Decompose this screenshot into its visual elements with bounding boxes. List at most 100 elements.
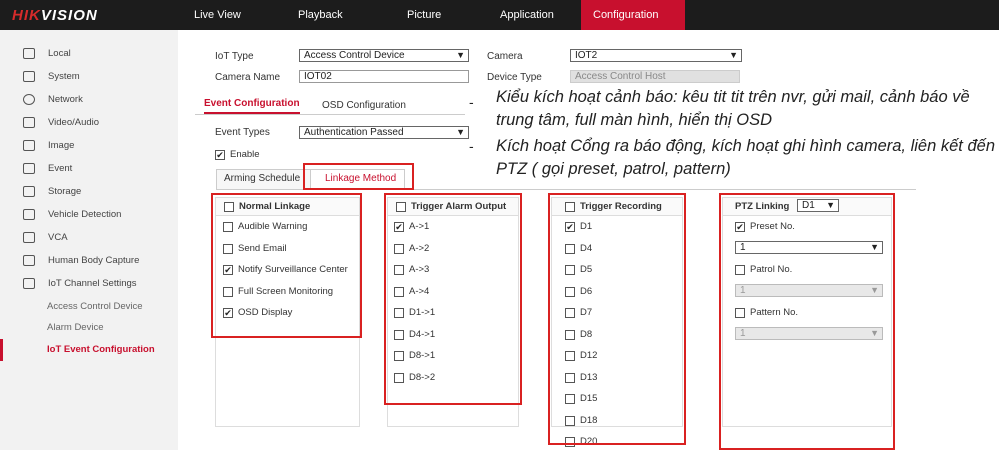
alarm-output-checkbox-item[interactable]: ✔ A->1 (394, 221, 524, 235)
sidebar-item-iot-channel-settings[interactable]: IoT Channel Settings (0, 273, 178, 295)
recording-item-label: D4 (580, 242, 593, 254)
enable-checkbox[interactable]: ✔ Enable (215, 149, 275, 163)
video-audio-icon (23, 117, 35, 128)
normal-linkage-checkbox-item[interactable]: ✔ OSD Display (223, 307, 353, 321)
human-body-icon (23, 255, 35, 266)
annotation-bullet-1: - (469, 94, 474, 110)
sidebar-item-local[interactable]: Local (0, 43, 178, 65)
preset-select[interactable]: 1 ▼ (735, 241, 883, 254)
sidebar-item-vehicle-detection[interactable]: Vehicle Detection (0, 204, 178, 226)
checkbox-icon (394, 243, 404, 254)
recording-checkbox-item[interactable]: D6 (565, 286, 695, 300)
checkbox-icon (565, 286, 575, 297)
normal-linkage-checkbox-item[interactable]: ✔ Notify Surveillance Center (223, 264, 353, 278)
sidebar-item-alarm-device[interactable]: Alarm Device (0, 317, 178, 339)
alarm-output-checkbox-item[interactable]: D8->2 (394, 372, 524, 386)
checkbox-icon (394, 351, 404, 361)
recording-select-all[interactable]: Trigger Recording (565, 201, 680, 215)
recording-checkbox-item[interactable]: D7 (565, 307, 695, 321)
calendar-icon (23, 163, 35, 174)
preset-checkbox[interactable]: ✔ Preset No. (735, 221, 845, 235)
sidebar-item-system[interactable]: System (0, 66, 178, 88)
recording-item-label: D20 (580, 436, 598, 447)
nav-playback[interactable]: Playback (298, 0, 343, 30)
checkbox-icon (565, 437, 575, 447)
recording-checkbox-item[interactable]: D18 (565, 415, 695, 429)
checkbox-icon (394, 286, 404, 297)
patrol-checkbox[interactable]: Patrol No. (735, 264, 845, 278)
nav-application[interactable]: Application (500, 0, 554, 30)
alarm-output-checkbox-item[interactable]: D8->1 (394, 350, 524, 364)
event-types-label: Event Types (215, 127, 270, 138)
alarm-output-item-label: D1->1 (409, 307, 436, 318)
camera-select[interactable]: IOT2 ▼ (570, 49, 742, 62)
vehicle-icon (23, 209, 35, 220)
nav-live-view[interactable]: Live View (194, 0, 241, 30)
recording-item-label: D5 (580, 264, 593, 275)
camera-name-input[interactable]: IOT02 (299, 70, 469, 83)
sidebar-item-vca[interactable]: VCA (0, 227, 178, 249)
alarm-output-checkbox-item[interactable]: A->4 (394, 286, 524, 300)
hikvision-logo: HIKVISION (12, 7, 98, 24)
alarm-output-select-all[interactable]: Trigger Alarm Output (396, 201, 516, 215)
ptz-channel-select[interactable]: D1 ▼ (797, 199, 839, 212)
iot-type-select[interactable]: Access Control Device ▼ (299, 49, 469, 62)
sidebar-item-human-body-capture[interactable]: Human Body Capture (0, 250, 178, 272)
nav-configuration[interactable]: Configuration (581, 0, 685, 30)
alarm-output-item-label: D8->1 (409, 350, 436, 361)
sidebar-item-network[interactable]: Network (0, 89, 178, 111)
checked-checkbox-icon: ✔ (565, 222, 575, 232)
patrol-select: 1 ▼ (735, 284, 883, 297)
subtab-linkage-method[interactable]: Linkage Method (310, 169, 405, 189)
sidebar-item-storage[interactable]: Storage (0, 181, 178, 203)
normal-linkage-select-all[interactable]: Normal Linkage (224, 201, 344, 215)
alarm-output-checkbox-item[interactable]: D1->1 (394, 307, 524, 321)
recording-item-label: D18 (580, 414, 598, 426)
recording-checkbox-item[interactable]: D12 (565, 350, 695, 364)
normal-linkage-checkbox-item[interactable]: Send Email (223, 243, 353, 257)
system-icon (23, 71, 35, 82)
alarm-output-checkbox-item[interactable]: D4->1 (394, 329, 524, 343)
pattern-checkbox[interactable]: Pattern No. (735, 307, 845, 321)
recording-checkbox-item[interactable]: ✔ D1 (565, 221, 695, 235)
sidebar: Local System Network Video/Audio Image E… (0, 30, 178, 450)
sidebar-item-image[interactable]: Image (0, 135, 178, 157)
iot-type-label: IoT Type (215, 51, 254, 62)
recording-item-label: D7 (580, 307, 593, 318)
recording-checkbox-item[interactable]: D5 (565, 264, 695, 278)
checked-checkbox-icon: ✔ (394, 222, 404, 232)
ptz-linking-title: PTZ Linking (735, 201, 790, 212)
checkbox-icon (565, 265, 575, 275)
recording-item-label: D13 (580, 371, 598, 383)
monitor-icon (23, 48, 35, 59)
sidebar-item-access-control-device[interactable]: Access Control Device (0, 296, 178, 318)
alarm-output-checkbox-item[interactable]: A->3 (394, 264, 524, 278)
sidebar-item-video-audio[interactable]: Video/Audio (0, 112, 178, 134)
checked-checkbox-icon: ✔ (223, 265, 233, 275)
checkbox-icon (394, 329, 404, 340)
checkbox-icon (223, 222, 233, 232)
checkbox-icon (394, 308, 404, 318)
normal-linkage-item-label: Notify Surveillance Center (238, 264, 348, 275)
nav-picture[interactable]: Picture (407, 0, 441, 30)
normal-linkage-item-label: Full Screen Monitoring (238, 285, 334, 297)
tab-osd-configuration[interactable]: OSD Configuration (322, 100, 406, 111)
subtab-arming-schedule[interactable]: Arming Schedule (216, 169, 311, 189)
recording-checkbox-item[interactable]: D13 (565, 372, 695, 386)
normal-linkage-checkbox-item[interactable]: Full Screen Monitoring (223, 286, 353, 300)
checkbox-icon (565, 394, 575, 404)
recording-checkbox-item[interactable]: D8 (565, 329, 695, 343)
event-types-select[interactable]: Authentication Passed ▼ (299, 126, 469, 139)
recording-checkbox-item[interactable]: D20 (565, 436, 695, 450)
annotation-bullet-2: - (469, 138, 474, 154)
checkbox-icon (394, 265, 404, 275)
alarm-output-checkbox-item[interactable]: A->2 (394, 243, 524, 257)
normal-linkage-item-label: OSD Display (238, 307, 293, 318)
sidebar-item-event[interactable]: Event (0, 158, 178, 180)
normal-linkage-checkbox-item[interactable]: Audible Warning (223, 221, 353, 235)
device-type-label: Device Type (487, 72, 542, 83)
tab-event-configuration[interactable]: Event Configuration (204, 98, 300, 114)
recording-checkbox-item[interactable]: D15 (565, 393, 695, 407)
recording-checkbox-item[interactable]: D4 (565, 243, 695, 257)
sidebar-item-iot-event-configuration[interactable]: IoT Event Configuration (0, 339, 178, 361)
